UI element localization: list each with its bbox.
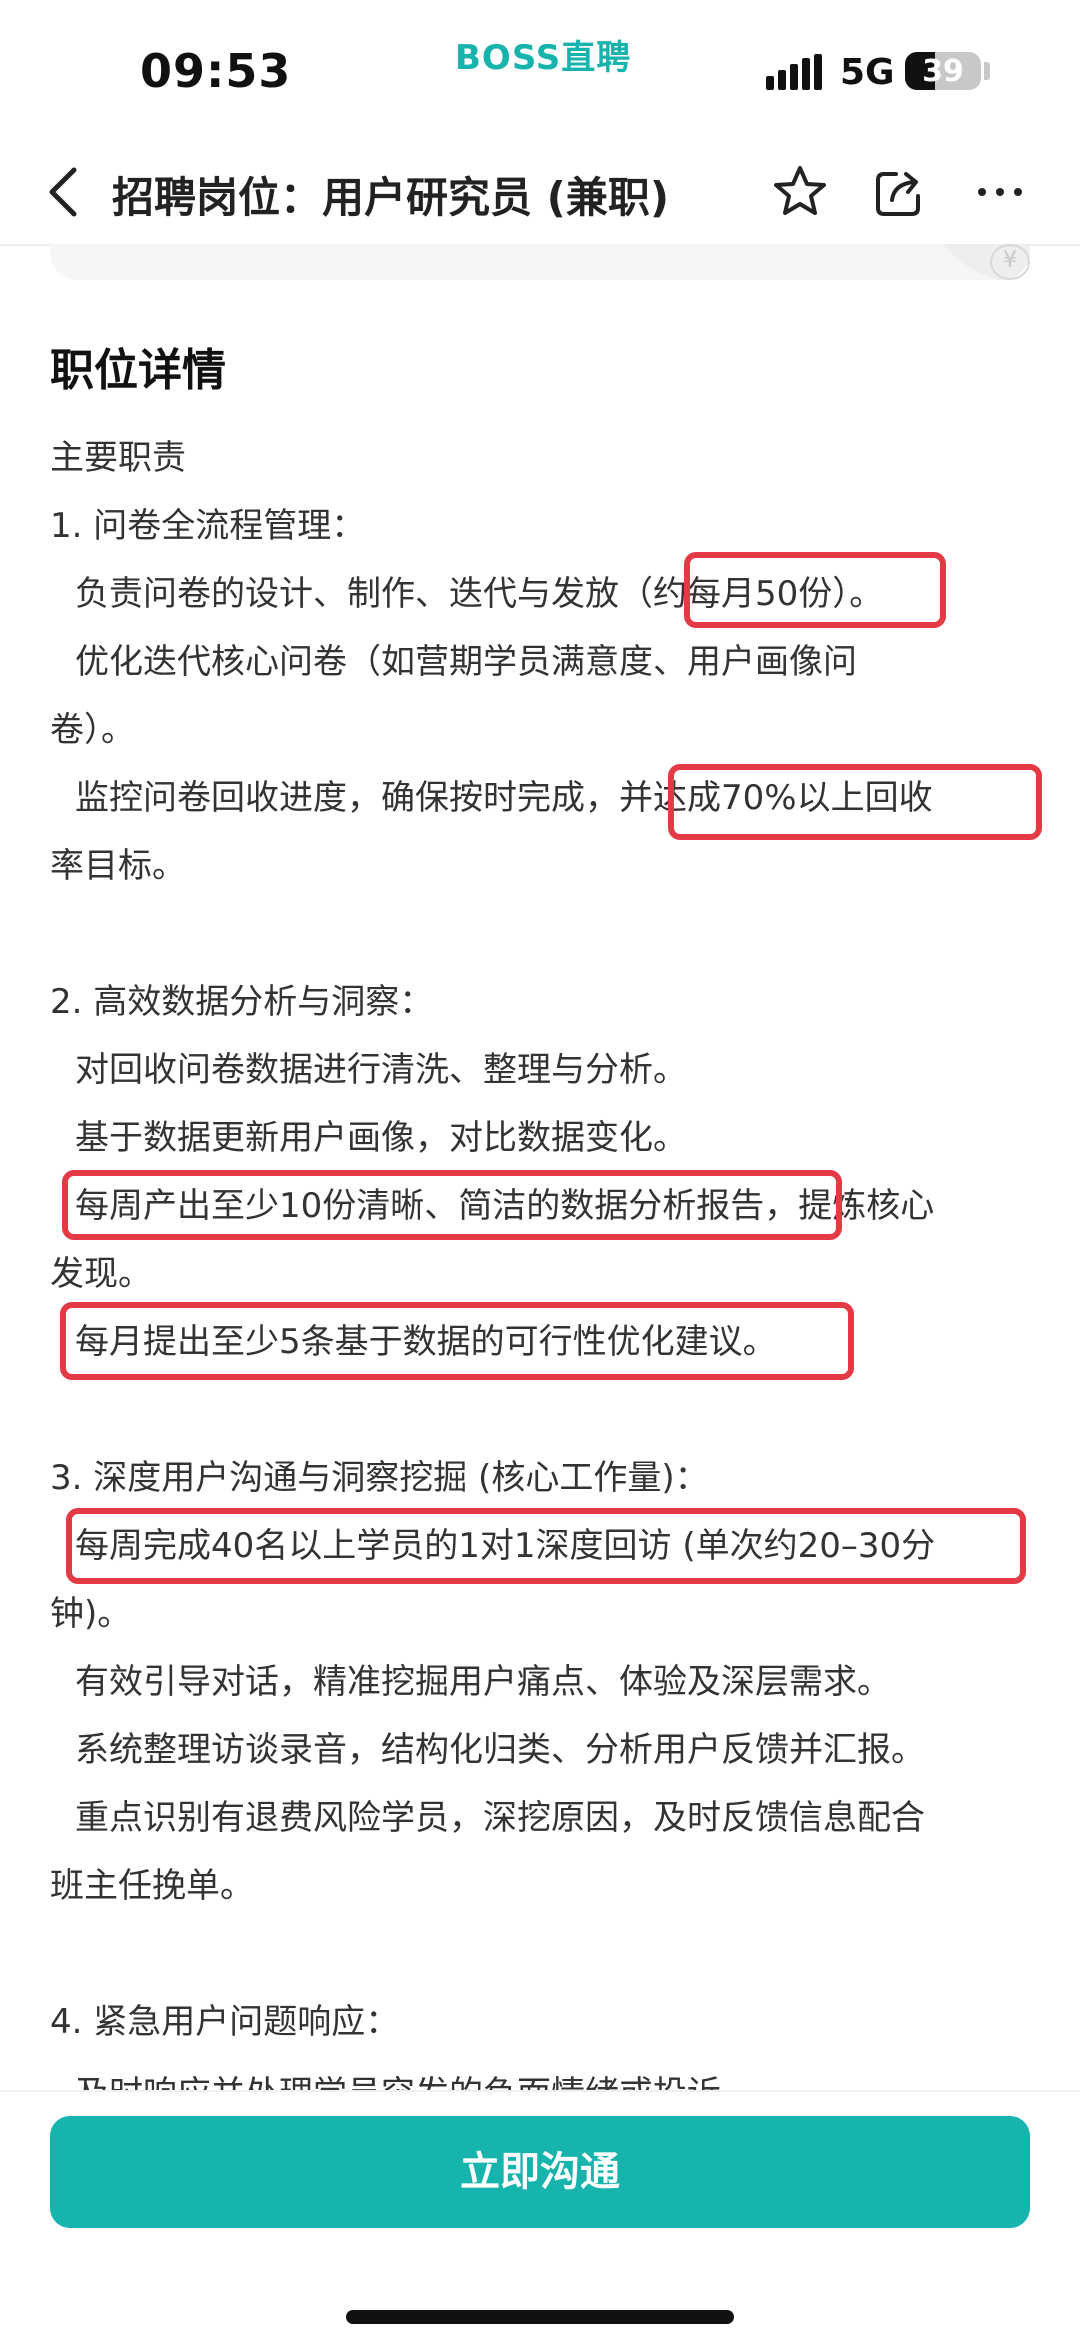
nav-header: 招聘岗位：用户研究员 (兼职) (0, 140, 1080, 246)
signal-icon (766, 54, 822, 90)
highlight-box (66, 1508, 1026, 1584)
home-indicator[interactable] (346, 2310, 734, 2324)
text-line: 对回收问卷数据进行清洗、整理与分析。 (75, 1050, 687, 1090)
text-line: 发现。 (50, 1254, 152, 1294)
section-title: 职位详情 (50, 345, 226, 396)
highlight-box (684, 552, 946, 628)
star-icon[interactable] (770, 162, 830, 222)
back-icon[interactable] (40, 162, 90, 222)
highlight-box (668, 764, 1042, 840)
page-title: 招聘岗位：用户研究员 (兼职) (112, 173, 670, 222)
text-line: 率目标。 (50, 846, 186, 886)
network-type: 5G (840, 52, 895, 93)
text-line: 班主任挽单。 (50, 1866, 254, 1906)
battery-level: 39 (922, 54, 964, 89)
battery-tip (984, 62, 990, 80)
text-line: 基于数据更新用户画像，对比数据变化。 (75, 1118, 687, 1158)
chat-now-button[interactable]: 立即沟通 (50, 2116, 1030, 2228)
battery-icon: 39 (905, 52, 981, 90)
text-line: 系统整理访谈录音，结构化归类、分析用户反馈并汇报。 (75, 1730, 925, 1770)
yen-icon: ¥ (990, 244, 1030, 280)
text-line: 重点识别有退费风险学员，深挖原因，及时反馈信息配合 (75, 1798, 925, 1838)
highlight-box (62, 1170, 842, 1240)
text-line: 3. 深度用户沟通与洞察挖掘 (核心工作量)： (50, 1458, 709, 1498)
more-icon[interactable] (970, 162, 1030, 222)
brand-logo: BOSS直聘 (455, 38, 632, 78)
status-bar: 09:53 BOSS直聘 5G 39 (0, 0, 1080, 140)
text-line: 优化迭代核心问卷（如营期学员满意度、用户画像问 (75, 642, 857, 682)
text-line: 4. 紧急用户问题响应： (50, 2002, 400, 2042)
text-line: 主要职责 (50, 438, 186, 478)
text-line: 卷）。 (50, 710, 135, 750)
share-icon[interactable] (870, 162, 930, 222)
salary-card-remnant (50, 244, 1030, 280)
status-time: 09:53 (140, 44, 292, 98)
text-line: 钟)。 (50, 1594, 132, 1634)
highlight-box (60, 1302, 854, 1380)
text-line: 1. 问卷全流程管理： (50, 506, 366, 546)
text-line: 有效引导对话，精准挖掘用户痛点、体验及深层需求。 (75, 1662, 891, 1702)
text-line: 2. 高效数据分析与洞察： (50, 982, 434, 1022)
